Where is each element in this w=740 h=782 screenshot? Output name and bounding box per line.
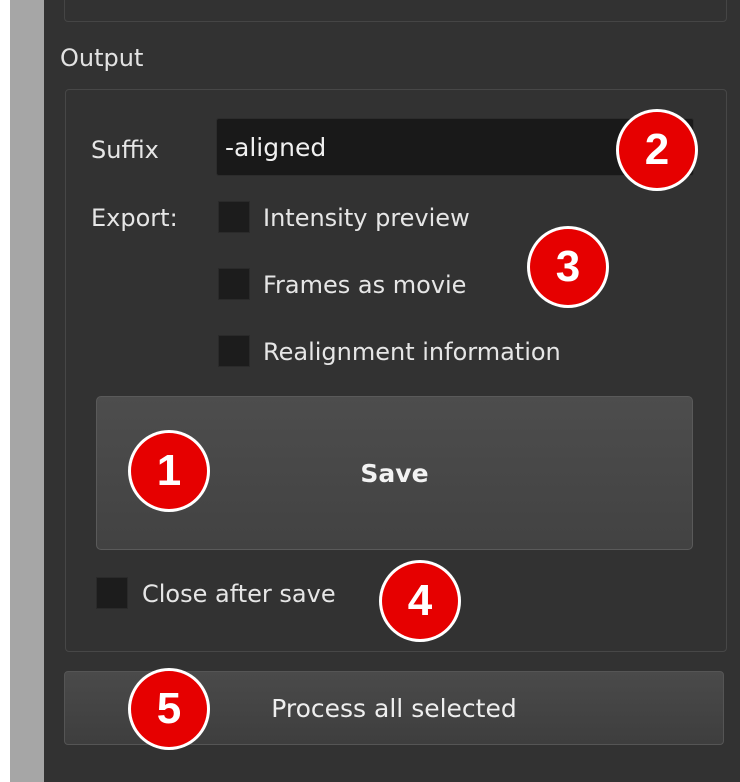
process-all-selected-label: Process all selected: [271, 693, 517, 723]
frames-as-movie-label[interactable]: Frames as movie: [263, 271, 466, 299]
suffix-label: Suffix: [91, 136, 159, 164]
callout-badge-3: 3: [530, 229, 606, 305]
intensity-preview-checkbox[interactable]: [218, 201, 250, 233]
callout-badge-2: 2: [619, 112, 695, 188]
close-after-save-label[interactable]: Close after save: [142, 580, 336, 608]
left-splitter-strip[interactable]: [10, 0, 44, 782]
output-section-title: Output: [60, 44, 144, 72]
callout-badge-4: 4: [382, 563, 458, 639]
frames-as-movie-checkbox[interactable]: [218, 268, 250, 300]
previous-group-box: [64, 0, 727, 22]
close-after-save-checkbox[interactable]: [96, 577, 128, 609]
intensity-preview-label[interactable]: Intensity preview: [263, 204, 470, 232]
realignment-information-label[interactable]: Realignment information: [263, 338, 561, 366]
callout-badge-1: 1: [131, 433, 207, 509]
realignment-information-checkbox[interactable]: [218, 335, 250, 367]
save-button-label: Save: [360, 458, 429, 488]
callout-badge-5: 5: [131, 671, 207, 747]
export-label: Export:: [91, 204, 178, 232]
